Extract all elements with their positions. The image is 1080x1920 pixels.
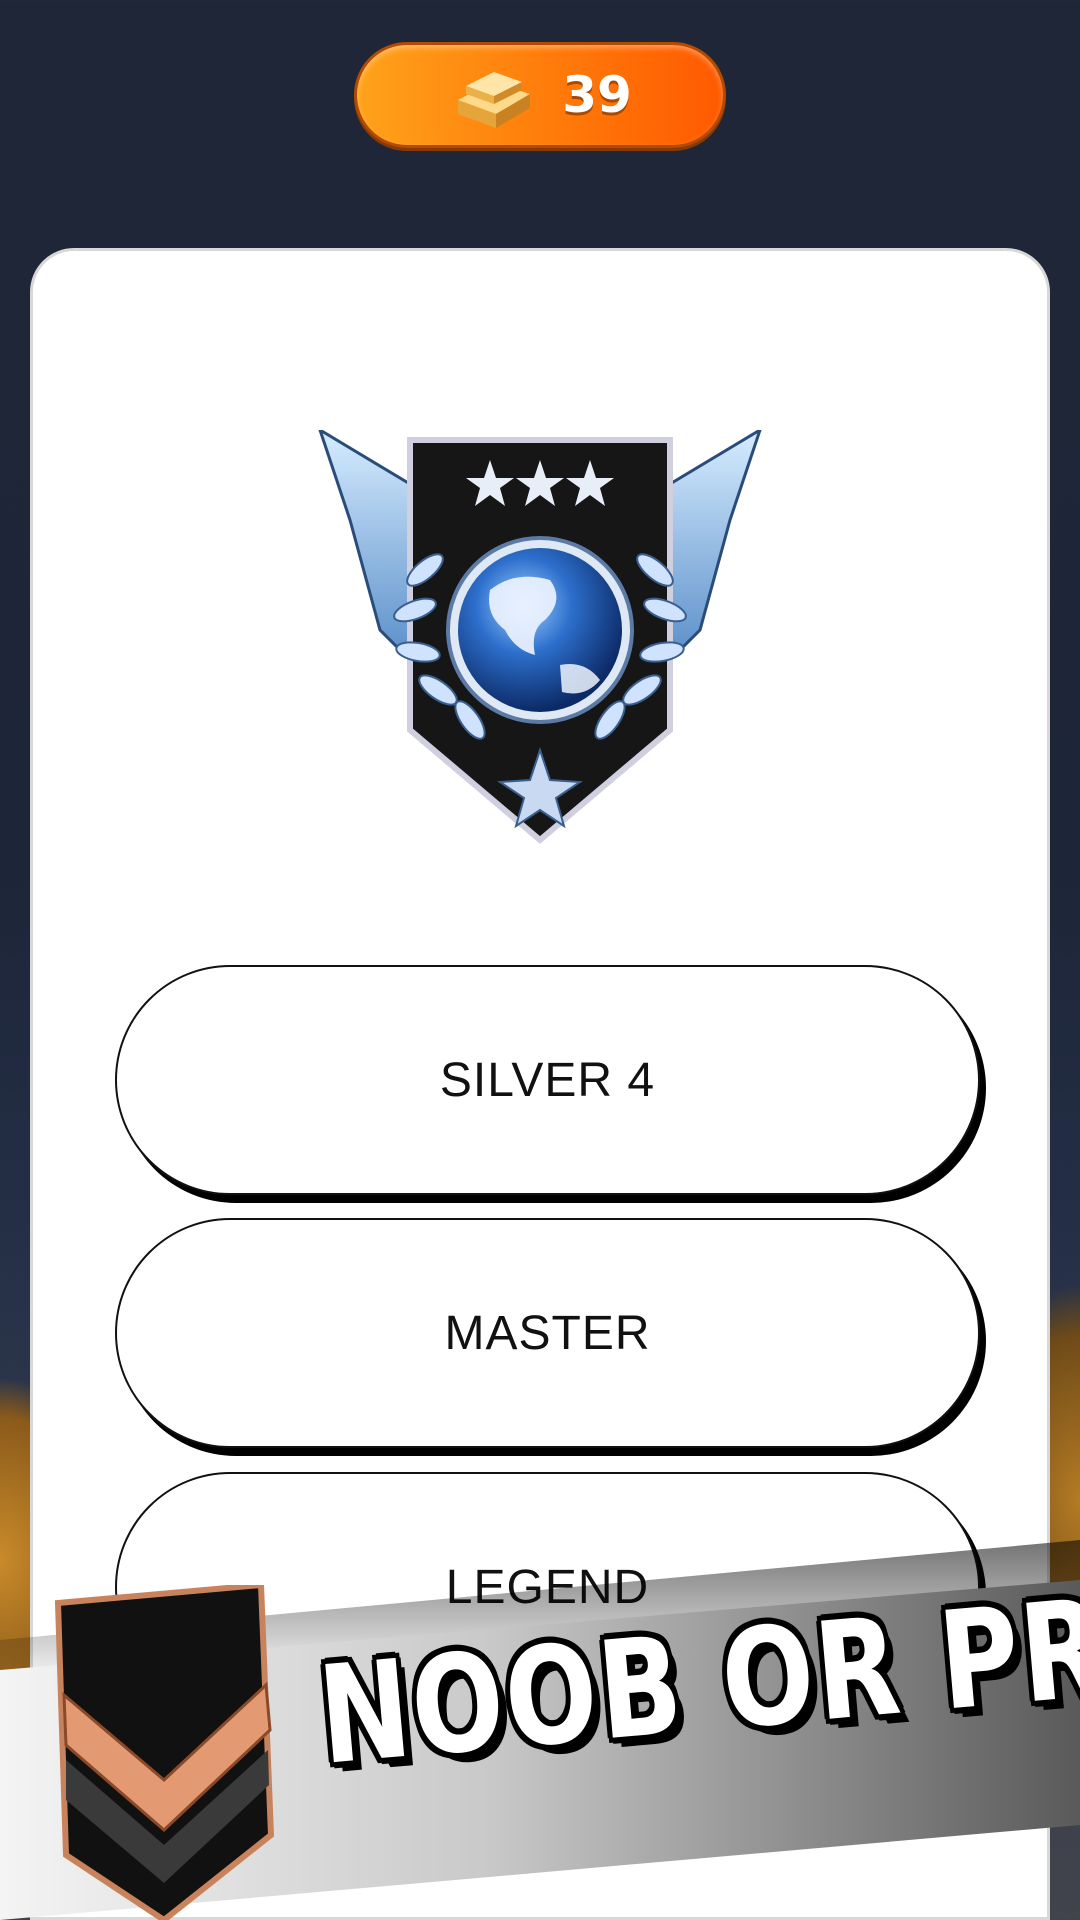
currency-counter: 39 — [354, 42, 726, 148]
rank-emblem-globe-icon — [318, 430, 762, 844]
chevron-rank-badge-icon — [54, 1585, 275, 1920]
answer-label: MASTER — [444, 1306, 651, 1360]
answer-button-1[interactable]: SILVER 4 — [115, 965, 980, 1195]
answer-button-2[interactable]: MASTER — [115, 1218, 980, 1448]
answer-label: SILVER 4 — [439, 1053, 656, 1107]
currency-amount: 39 — [562, 66, 632, 124]
answer-label: LEGEND — [445, 1560, 650, 1614]
gold-bar-icon — [458, 72, 531, 128]
